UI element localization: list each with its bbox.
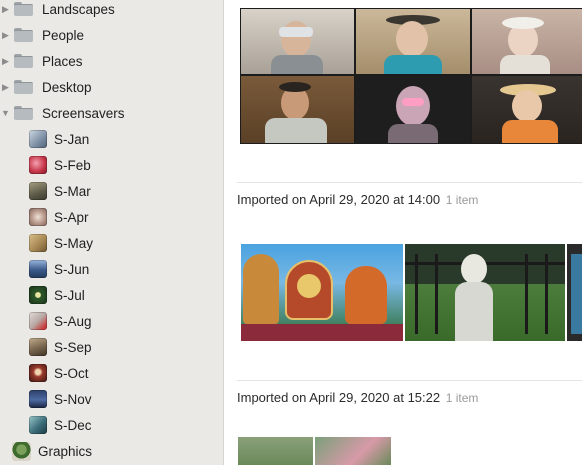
sidebar-item-places[interactable]: ▶ Places	[0, 48, 224, 74]
video-tile	[241, 76, 354, 143]
sidebar-item-desktop[interactable]: ▶ Desktop	[0, 74, 224, 100]
import-group-header: Imported on April 29, 2020 at 14:00 1 it…	[237, 192, 478, 207]
sidebar-item-screensavers[interactable]: ▼ Screensavers	[0, 100, 224, 126]
sidebar-item-people[interactable]: ▶ People	[0, 22, 224, 48]
photo-partial[interactable]	[567, 244, 582, 341]
import-date: April 29, 2020 at 14:00	[309, 192, 441, 207]
sidebar-item-label: Desktop	[42, 79, 92, 95]
import-group-header: Imported on April 29, 2020 at 15:22 1 it…	[237, 390, 478, 405]
folder-icon	[14, 28, 33, 42]
sidebar-album-s-oct[interactable]: S-Oct	[0, 360, 224, 386]
sidebar-album-s-may[interactable]: S-May	[0, 230, 224, 256]
folder-icon	[14, 106, 33, 120]
sidebar-item-label: Graphics	[38, 443, 93, 459]
album-thumbnail-icon	[29, 156, 47, 174]
album-thumbnail-icon	[29, 234, 47, 252]
video-tile	[356, 76, 470, 143]
sidebar-album-s-sep[interactable]: S-Sep	[0, 334, 224, 360]
sidebar-item-label: S-May	[54, 235, 94, 251]
import-label: Imported on	[237, 390, 307, 405]
album-thumbnail-icon	[29, 182, 47, 200]
disclosure-triangle-icon[interactable]: ▶	[1, 4, 10, 15]
video-tile	[356, 9, 470, 74]
disclosure-triangle-icon[interactable]: ▶	[1, 56, 10, 67]
disclosure-triangle-icon[interactable]: ▶	[1, 82, 10, 93]
photo-skeleton[interactable]	[405, 244, 565, 341]
import-label: Imported on	[237, 192, 307, 207]
sidebar-album-s-apr[interactable]: S-Apr	[0, 204, 224, 230]
disclosure-triangle-icon[interactable]: ▶	[1, 30, 10, 41]
sidebar-item-label: S-Jul	[54, 287, 85, 303]
photo-grid: Imported on April 29, 2020 at 14:00 1 it…	[225, 0, 582, 465]
photo-flowers[interactable]	[315, 437, 391, 465]
sidebar-album-s-aug[interactable]: S-Aug	[0, 308, 224, 334]
group-separator	[237, 380, 582, 381]
sidebar-item-label: Screensavers	[42, 105, 125, 121]
sidebar-item-landscapes[interactable]: ▶ Landscapes	[0, 0, 224, 22]
sidebar-item-label: S-Feb	[54, 157, 91, 173]
video-tile	[472, 76, 582, 143]
album-thumbnail-icon	[29, 208, 47, 226]
album-thumbnail-icon	[29, 312, 47, 330]
import-date: April 29, 2020 at 15:22	[309, 390, 441, 405]
photo-garden[interactable]	[238, 437, 313, 465]
sidebar-album-s-jun[interactable]: S-Jun	[0, 256, 224, 282]
album-thumbnail-icon	[29, 364, 47, 382]
album-thumbnail-icon	[29, 338, 47, 356]
sidebar-album-s-dec[interactable]: S-Dec	[0, 412, 224, 438]
folder-icon	[14, 80, 33, 94]
video-tile	[472, 9, 582, 74]
sidebar-album-s-jul[interactable]: S-Jul	[0, 282, 224, 308]
sidebar-item-label: S-Aug	[54, 313, 92, 329]
sidebar: ▶ Landscapes ▶ People ▶ Places ▶ Desktop…	[0, 0, 224, 465]
sidebar-item-label: S-Mar	[54, 183, 91, 199]
sidebar-item-graphics[interactable]: Graphics	[0, 438, 224, 464]
sidebar-item-label: Landscapes	[42, 1, 115, 17]
graphics-icon	[12, 441, 31, 461]
album-thumbnail-icon	[29, 390, 47, 408]
sidebar-album-s-feb[interactable]: S-Feb	[0, 152, 224, 178]
sidebar-album-s-nov[interactable]: S-Nov	[0, 386, 224, 412]
sidebar-item-label: S-Jan	[54, 131, 90, 147]
folder-icon	[14, 54, 33, 68]
sidebar-item-label: S-Dec	[54, 417, 92, 433]
sidebar-item-label: S-Sep	[54, 339, 92, 355]
album-thumbnail-icon	[29, 286, 47, 304]
sidebar-item-label: Places	[42, 53, 83, 69]
item-count: 1 item	[445, 391, 479, 405]
album-thumbnail-icon	[29, 416, 47, 434]
photo-video-call[interactable]	[240, 8, 582, 144]
group-separator	[237, 182, 582, 183]
folder-icon	[14, 2, 33, 16]
album-thumbnail-icon	[29, 260, 47, 278]
item-count: 1 item	[445, 193, 479, 207]
disclosure-triangle-expanded-icon[interactable]: ▼	[1, 108, 10, 118]
sidebar-item-label: People	[42, 27, 85, 43]
album-thumbnail-icon	[29, 130, 47, 148]
sidebar-item-label: S-Apr	[54, 209, 89, 225]
sidebar-item-label: S-Jun	[54, 261, 90, 277]
sidebar-item-label: S-Nov	[54, 391, 92, 407]
video-tile	[241, 9, 354, 74]
sidebar-item-label: S-Oct	[54, 365, 89, 381]
sidebar-album-s-jan[interactable]: S-Jan	[0, 126, 224, 152]
photo-carnival[interactable]	[241, 244, 403, 341]
sidebar-album-s-mar[interactable]: S-Mar	[0, 178, 224, 204]
